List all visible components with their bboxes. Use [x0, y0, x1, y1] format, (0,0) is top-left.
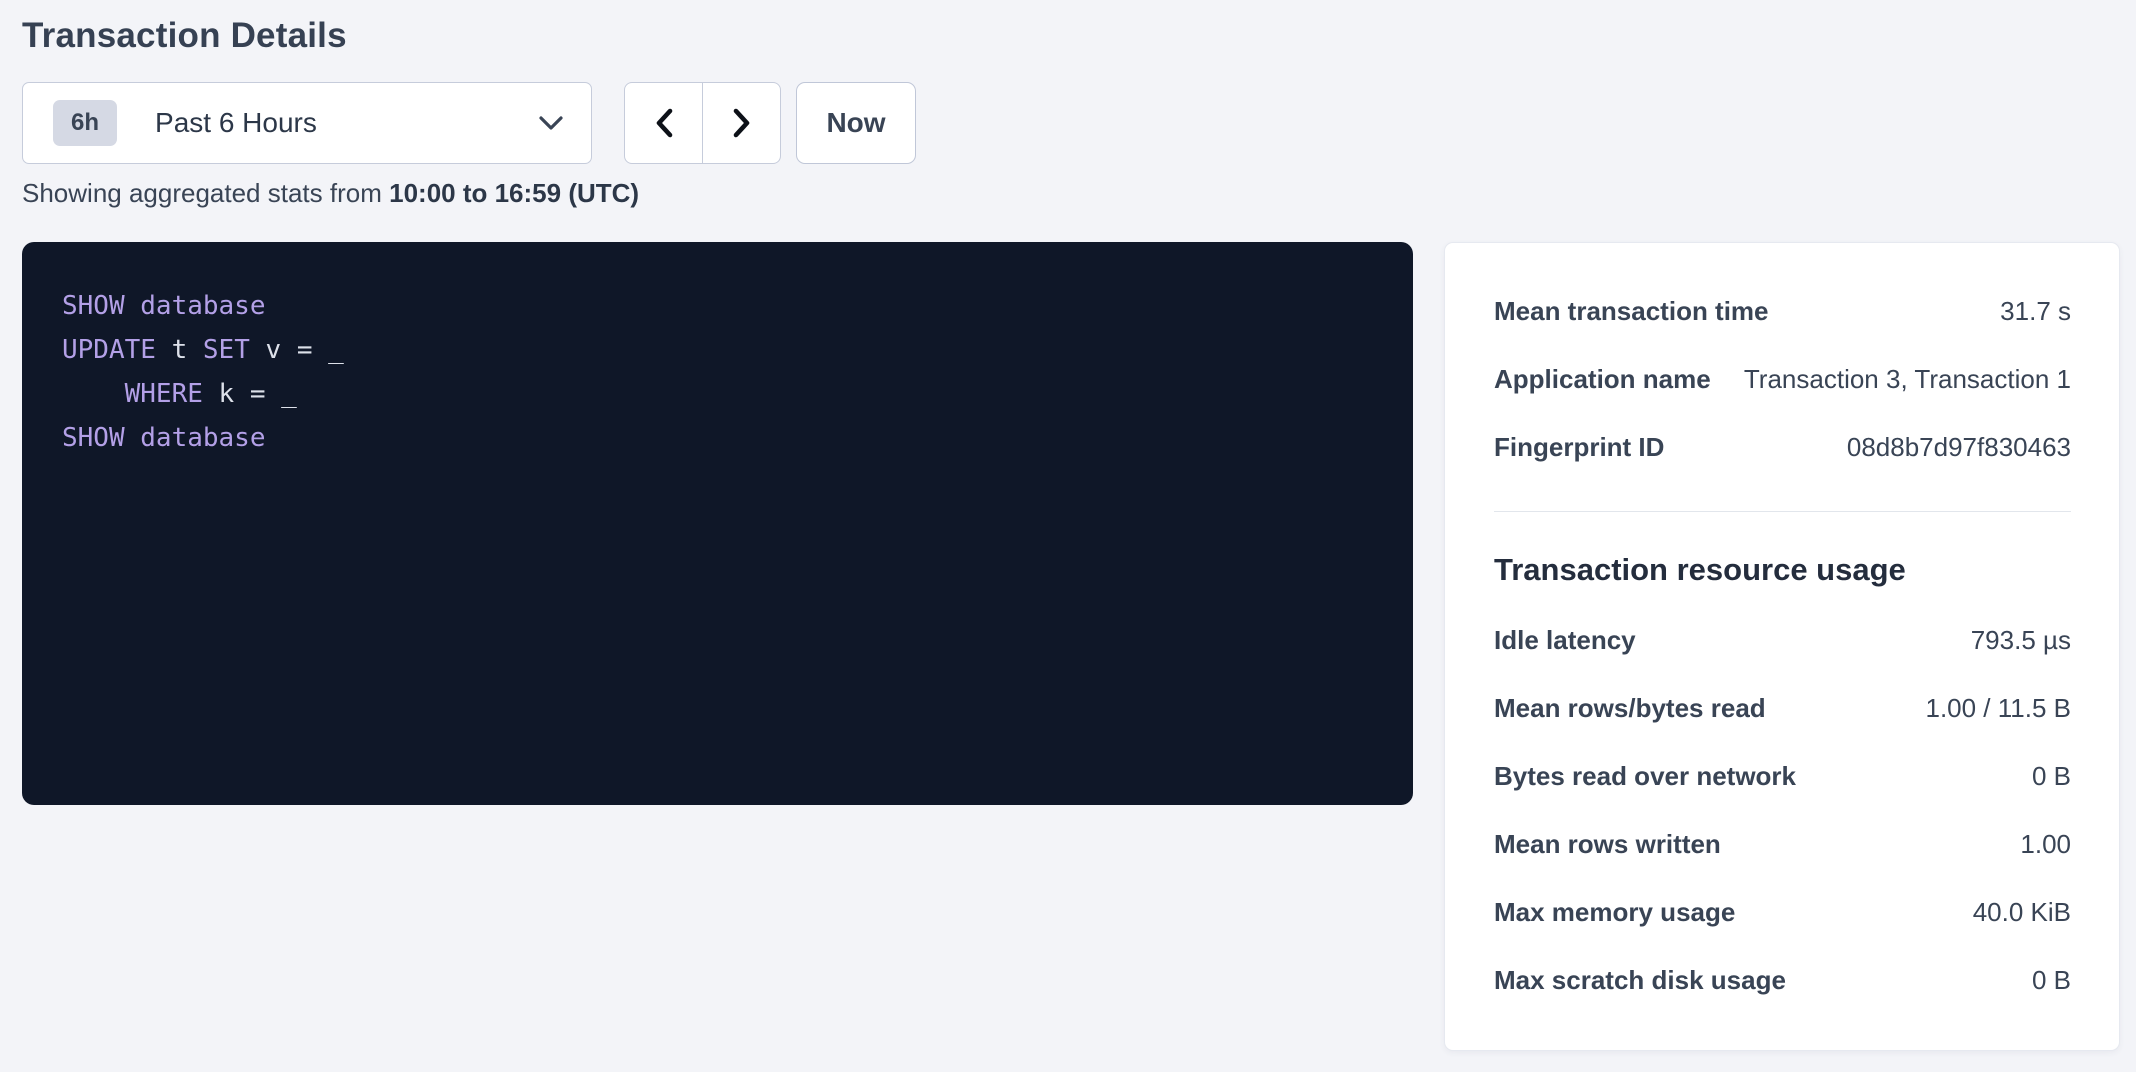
row-value: 1.00 [2020, 829, 2071, 860]
panel-divider [1494, 511, 2071, 512]
aggregated-stats-range: 10:00 to 16:59 (UTC) [389, 178, 639, 208]
sql-line: UPDATE t SET v = _ [62, 328, 1373, 372]
row-value: 31.7 s [2000, 296, 2071, 327]
sql-line: SHOW database [62, 284, 1373, 328]
row-label: Mean rows/bytes read [1494, 693, 1766, 724]
summary-row-bytes-read-over-network: Bytes read over network 0 B [1494, 742, 2071, 810]
aggregated-stats-caption: Showing aggregated stats from 10:00 to 1… [22, 178, 2120, 209]
page-title: Transaction Details [22, 16, 2120, 56]
row-label: Idle latency [1494, 625, 1636, 656]
now-button[interactable]: Now [796, 82, 916, 164]
row-value: 40.0 KiB [1973, 897, 2071, 928]
row-label: Fingerprint ID [1494, 432, 1664, 463]
time-range-selected-label: Past 6 Hours [155, 107, 539, 139]
row-value: 0 B [2032, 761, 2071, 792]
sql-line: SHOW database [62, 416, 1373, 460]
resource-usage-heading: Transaction resource usage [1494, 548, 2071, 592]
main-content: SHOW database UPDATE t SET v = _ WHERE k… [22, 242, 2120, 1051]
chevron-left-icon [652, 107, 676, 139]
summary-row-mean-transaction-time: Mean transaction time 31.7 s [1494, 277, 2071, 345]
aggregated-stats-prefix: Showing aggregated stats from [22, 178, 389, 208]
time-range-select[interactable]: 6h Past 6 Hours [22, 82, 592, 164]
row-value: 0 B [2032, 965, 2071, 996]
summary-row-max-memory-usage: Max memory usage 40.0 KiB [1494, 878, 2071, 946]
row-value: 1.00 / 11.5 B [1925, 693, 2071, 724]
next-interval-button[interactable] [702, 82, 781, 164]
summary-row-mean-rows-bytes-read: Mean rows/bytes read 1.00 / 11.5 B [1494, 674, 2071, 742]
chevron-down-icon [539, 116, 563, 130]
time-controls: 6h Past 6 Hours Now [22, 82, 2120, 164]
summary-row-idle-latency: Idle latency 793.5 µs [1494, 606, 2071, 674]
transaction-details-page: Transaction Details 6h Past 6 Hours Now … [0, 0, 2136, 1072]
row-label: Max memory usage [1494, 897, 1735, 928]
resource-usage-rows: Idle latency 793.5 µs Mean rows/bytes re… [1494, 606, 2071, 1014]
previous-interval-button[interactable] [624, 82, 703, 164]
row-label: Bytes read over network [1494, 761, 1796, 792]
row-label: Mean rows written [1494, 829, 1721, 860]
row-label: Max scratch disk usage [1494, 965, 1786, 996]
row-value: Transaction 3, Transaction 1 [1744, 364, 2071, 395]
time-range-badge: 6h [53, 100, 117, 146]
row-value: 08d8b7d97f830463 [1847, 432, 2071, 463]
row-label: Application name [1494, 364, 1711, 395]
sql-line: WHERE k = _ [62, 372, 1373, 416]
time-step-button-group [624, 82, 781, 164]
row-value: 793.5 µs [1971, 625, 2071, 656]
summary-row-fingerprint-id: Fingerprint ID 08d8b7d97f830463 [1494, 413, 2071, 481]
chevron-right-icon [730, 107, 754, 139]
row-label: Mean transaction time [1494, 296, 1769, 327]
transaction-sql-statements: SHOW database UPDATE t SET v = _ WHERE k… [22, 242, 1413, 805]
summary-row-max-scratch-disk-usage: Max scratch disk usage 0 B [1494, 946, 2071, 1014]
transaction-summary-card: Mean transaction time 31.7 s Application… [1444, 242, 2120, 1051]
summary-row-application-name: Application name Transaction 3, Transact… [1494, 345, 2071, 413]
summary-row-mean-rows-written: Mean rows written 1.00 [1494, 810, 2071, 878]
